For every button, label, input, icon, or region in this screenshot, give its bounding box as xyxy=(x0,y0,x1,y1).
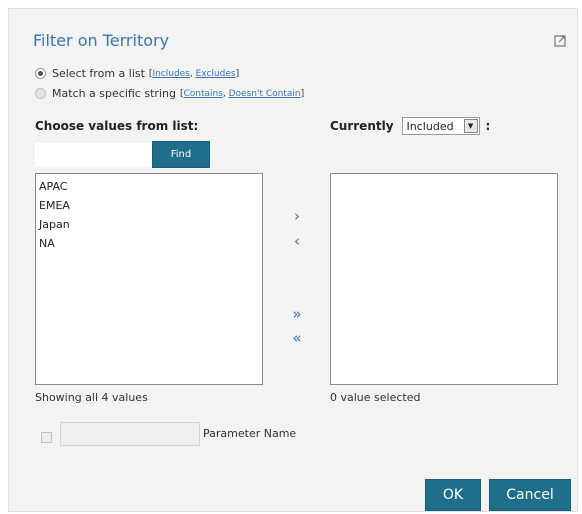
radio-select-from-list[interactable] xyxy=(35,68,46,79)
add-selected-button[interactable]: › xyxy=(290,209,304,224)
currently-row: Currently Included ▼ : xyxy=(330,117,490,135)
excludes-link[interactable]: Excludes xyxy=(196,69,236,79)
mode-select-value: Included xyxy=(406,119,454,133)
add-all-button[interactable]: » xyxy=(290,307,304,322)
filter-dialog: Filter on Territory Select from a list [… xyxy=(8,8,578,512)
choose-values-heading: Choose values from list: xyxy=(35,119,199,133)
radio-select-from-list-label: Select from a list xyxy=(52,67,145,80)
mode-select[interactable]: Included ▼ xyxy=(401,117,480,135)
currently-label: Currently xyxy=(330,119,394,133)
search-input[interactable] xyxy=(35,143,153,167)
colon: : xyxy=(485,119,491,133)
dialog-title: Filter on Territory xyxy=(33,31,170,50)
right-status-text: 0 value selected xyxy=(330,391,421,404)
list-item[interactable]: NA xyxy=(39,234,262,253)
find-button[interactable]: Find xyxy=(152,141,210,168)
selected-values-list[interactable] xyxy=(330,173,558,385)
left-status-text: Showing all 4 values xyxy=(35,391,148,404)
bracket-close: ] xyxy=(235,68,240,79)
parameter-checkbox[interactable] xyxy=(41,432,52,443)
includes-link[interactable]: Includes xyxy=(152,69,189,79)
parameter-input[interactable] xyxy=(60,422,200,446)
list-item[interactable]: EMEA xyxy=(39,196,262,215)
bracket-close: ] xyxy=(300,88,305,99)
contains-links: [Contains, Doesn't Contain] xyxy=(180,89,304,99)
popout-icon[interactable] xyxy=(553,33,567,47)
radio-match-string[interactable] xyxy=(35,88,46,99)
radio-match-string-label: Match a specific string xyxy=(52,87,176,100)
include-exclude-links: [Includes, Excludes] xyxy=(149,69,239,79)
cancel-button[interactable]: Cancel xyxy=(489,479,571,511)
radio-select-from-list-row[interactable]: Select from a list [Includes, Excludes] xyxy=(35,67,239,80)
parameter-name-label: Parameter Name xyxy=(203,427,297,440)
radio-match-string-row[interactable]: Match a specific string [Contains, Doesn… xyxy=(35,87,304,100)
remove-all-button[interactable]: « xyxy=(290,331,304,346)
ok-button[interactable]: OK xyxy=(425,479,481,511)
remove-selected-button[interactable]: ‹ xyxy=(290,234,304,249)
chevron-down-icon[interactable]: ▼ xyxy=(463,119,478,133)
doesnt-contain-link[interactable]: Doesn't Contain xyxy=(229,89,301,99)
list-item[interactable]: Japan xyxy=(39,215,262,234)
available-values-list[interactable]: APAC EMEA Japan NA xyxy=(35,173,263,385)
list-item[interactable]: APAC xyxy=(39,177,262,196)
contains-link[interactable]: Contains xyxy=(183,89,222,99)
